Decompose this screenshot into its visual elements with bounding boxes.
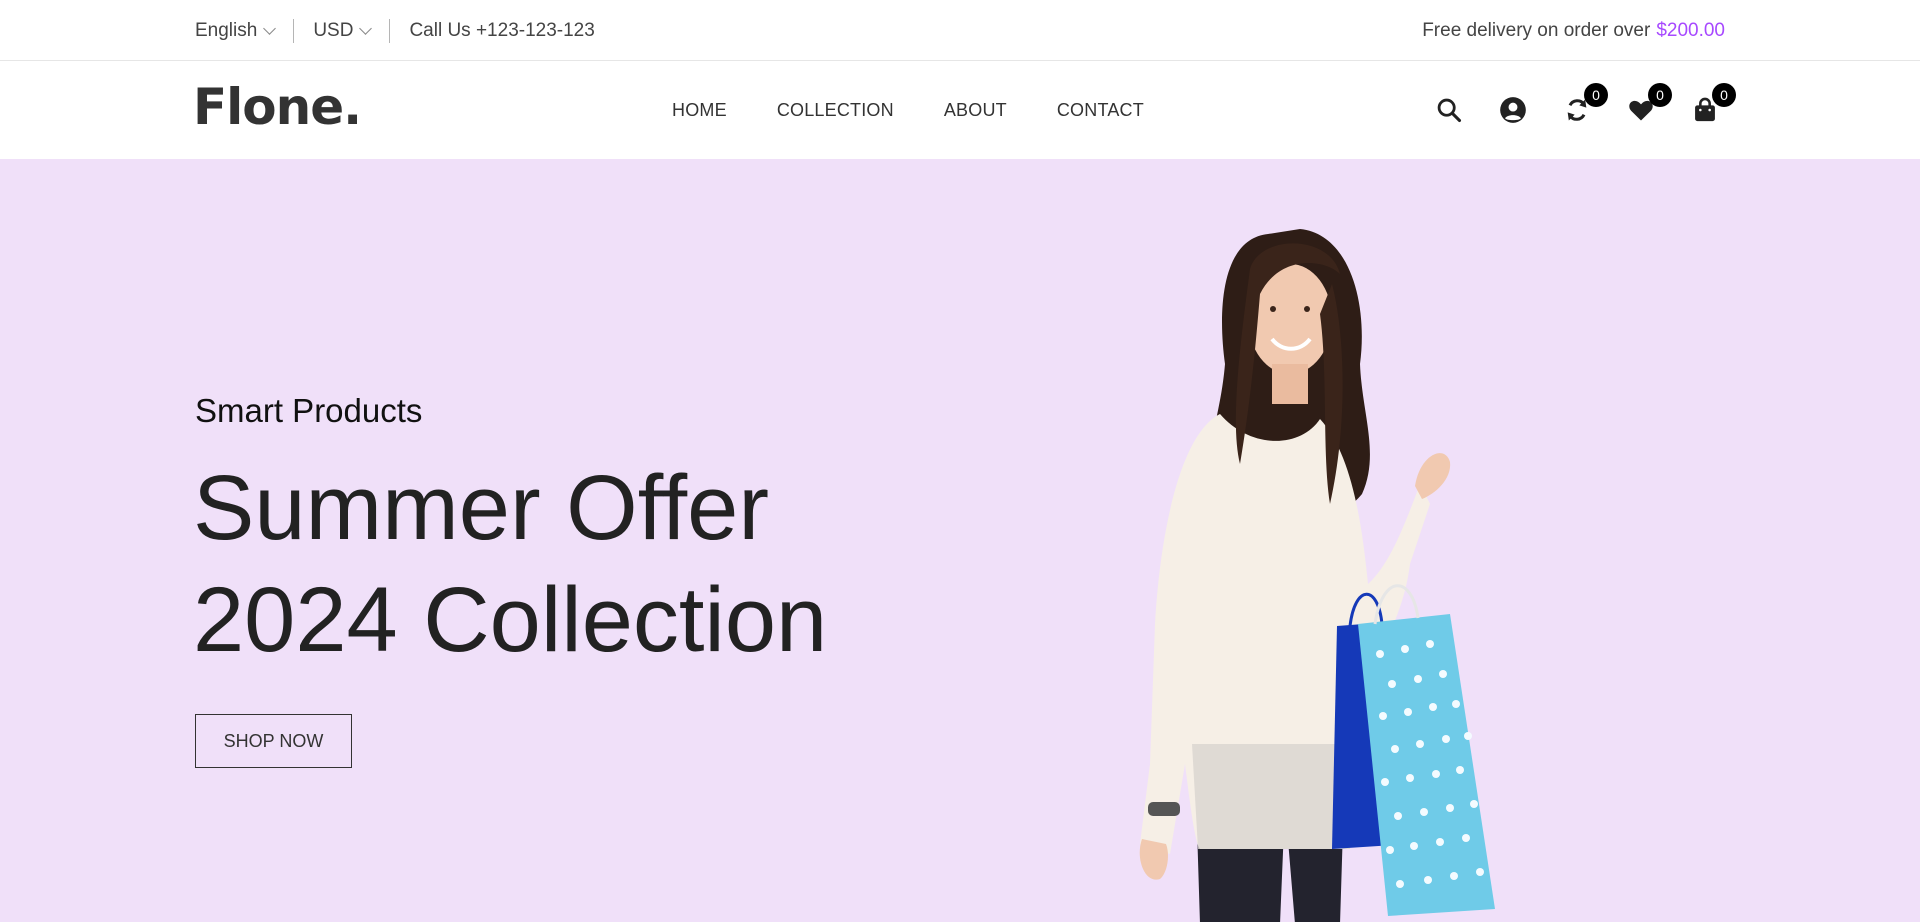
- nav-collection[interactable]: COLLECTION: [777, 100, 894, 121]
- chevron-down-icon: [359, 21, 373, 35]
- divider: [389, 18, 391, 43]
- logo[interactable]: Flone.: [193, 82, 362, 132]
- search-button[interactable]: [1434, 95, 1464, 125]
- hero-banner: Smart Products Summer Offer 2024 Collect…: [0, 159, 1920, 922]
- chevron-down-icon: [263, 21, 277, 35]
- top-bar-left: English USD Call Us +123-123-123: [195, 0, 595, 61]
- wishlist-button[interactable]: 0: [1626, 83, 1672, 125]
- delivery-text: Free delivery on order over: [1422, 19, 1651, 41]
- nav-contact[interactable]: CONTACT: [1057, 100, 1144, 121]
- currency-selector[interactable]: USD: [313, 19, 373, 42]
- hero-subtitle: Smart Products: [195, 392, 423, 429]
- shop-now-button[interactable]: SHOP NOW: [195, 714, 352, 768]
- hero-title-line2: 2024 Collection: [193, 569, 828, 671]
- nav-about[interactable]: ABOUT: [944, 100, 1007, 121]
- currency-label: USD: [313, 19, 354, 41]
- delivery-amount: $200.00: [1656, 19, 1725, 41]
- header-icons: 0 0 0: [1400, 61, 1736, 159]
- account-button[interactable]: [1498, 95, 1528, 125]
- hero-title: Summer Offer 2024 Collection: [193, 452, 827, 676]
- main-header: Flone. HOME COLLECTION ABOUT CONTACT 0 0…: [0, 61, 1920, 159]
- language-selector[interactable]: English: [195, 19, 277, 42]
- divider: [293, 18, 295, 43]
- search-icon: [1437, 98, 1462, 123]
- delivery-notice: Free delivery on order over $200.00: [1422, 0, 1725, 61]
- compare-button[interactable]: 0: [1562, 83, 1608, 125]
- cart-button[interactable]: 0: [1690, 83, 1736, 125]
- wishlist-count-badge: 0: [1648, 83, 1672, 107]
- top-bar: English USD Call Us +123-123-123 Free de…: [0, 0, 1920, 61]
- hero-title-line1: Summer Offer: [193, 457, 769, 559]
- compare-count-badge: 0: [1584, 83, 1608, 107]
- user-circle-icon: [1500, 97, 1526, 123]
- cart-count-badge: 0: [1712, 83, 1736, 107]
- main-nav: HOME COLLECTION ABOUT CONTACT: [672, 61, 1194, 159]
- hero-model-image: [1139, 229, 1495, 922]
- language-label: English: [195, 19, 258, 41]
- polka-bag: [1358, 584, 1495, 916]
- phone-text: Call Us +123-123-123: [409, 19, 595, 41]
- nav-home[interactable]: HOME: [672, 100, 727, 121]
